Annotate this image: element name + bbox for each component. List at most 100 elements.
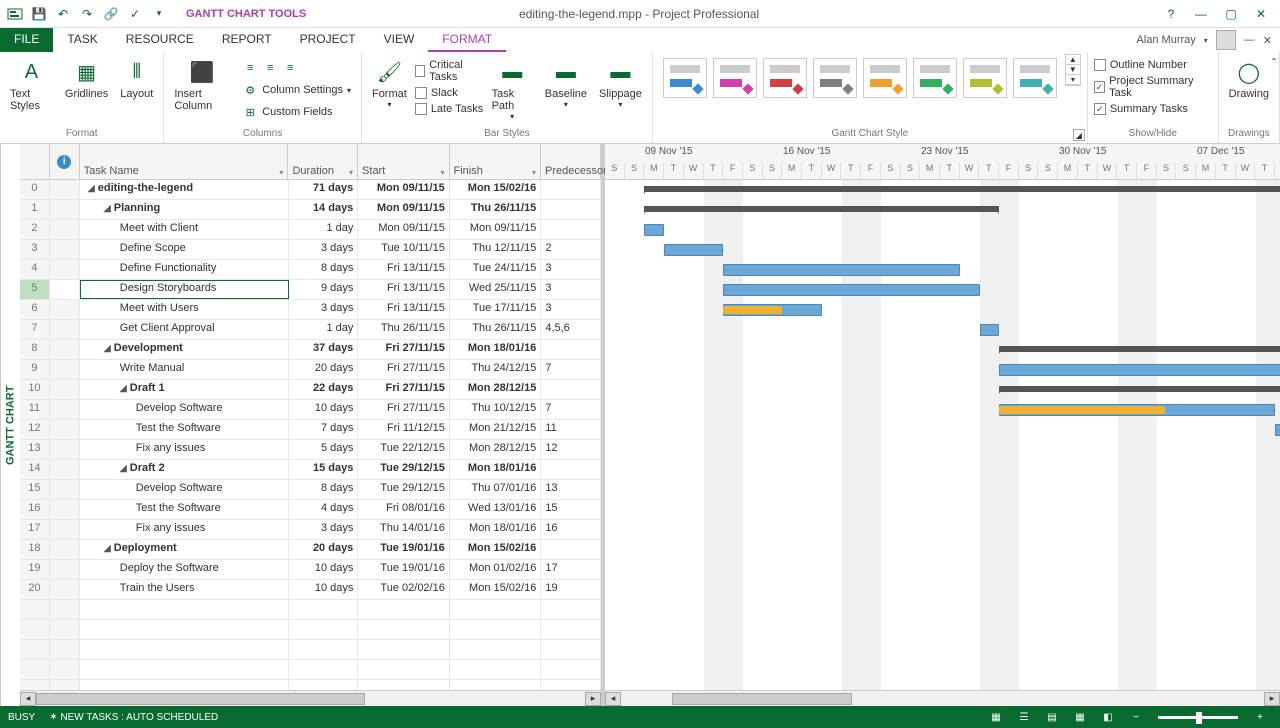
gantt-task-bar[interactable] <box>999 364 1280 376</box>
slippage-button[interactable]: ▬Slippage▾ <box>595 54 646 111</box>
table-row[interactable] <box>20 640 601 660</box>
timeline-header[interactable]: SSMTWTFSSMTWTFSSMTWTFSSMTWTFSSMTWT 09 No… <box>605 144 1280 180</box>
table-row[interactable] <box>20 600 601 620</box>
project-icon[interactable] <box>4 3 26 25</box>
critical-tasks-check[interactable]: Critical Tasks <box>415 58 484 84</box>
gantt-task-bar[interactable] <box>664 244 723 256</box>
view-team-icon[interactable]: ▤ <box>1040 708 1064 726</box>
tab-format[interactable]: FORMAT <box>428 28 506 52</box>
table-row[interactable]: 6Meet with Users3 daysFri 13/11/15Tue 17… <box>20 300 601 320</box>
info-column-header[interactable]: i <box>50 144 80 179</box>
table-row[interactable] <box>20 660 601 680</box>
style-swatch[interactable] <box>913 58 957 98</box>
style-swatch[interactable] <box>963 58 1007 98</box>
table-row[interactable]: 7Get Client Approval1 dayThu 26/11/15Thu… <box>20 320 601 340</box>
gantt-task-bar[interactable] <box>723 284 979 296</box>
gridlines-button[interactable]: ▦Gridlines <box>61 54 112 102</box>
table-row[interactable]: 17Fix any issues3 daysThu 14/01/16Mon 18… <box>20 520 601 540</box>
column-settings-button[interactable]: ⚙Column Settings▾ <box>238 80 355 100</box>
table-row[interactable]: 18◢Deployment20 daysTue 19/01/16Mon 15/0… <box>20 540 601 560</box>
scroll-right-icon[interactable]: ▸ <box>1264 692 1280 706</box>
late-tasks-check[interactable]: Late Tasks <box>415 102 484 116</box>
scroll-right-icon[interactable]: ▸ <box>585 692 601 706</box>
gantt-hscroll[interactable] <box>621 692 1264 706</box>
gantt-summary-bar[interactable] <box>644 206 999 212</box>
table-row[interactable]: 13Fix any issues5 daysTue 22/12/15Mon 28… <box>20 440 601 460</box>
style-swatch[interactable] <box>713 58 757 98</box>
start-header[interactable]: Start▾ <box>358 144 449 179</box>
style-swatch[interactable] <box>813 58 857 98</box>
slack-check[interactable]: Slack <box>415 86 484 100</box>
drawing-button[interactable]: ◯Drawing <box>1225 54 1273 102</box>
text-styles-button[interactable]: AText Styles <box>6 54 57 114</box>
doc-close-icon[interactable]: ✕ <box>1263 34 1272 47</box>
table-row[interactable]: 3Define Scope3 daysTue 10/11/15Thu 12/11… <box>20 240 601 260</box>
table-row[interactable]: 2Meet with Client1 dayMon 09/11/15Mon 09… <box>20 220 601 240</box>
custom-fields-button[interactable]: ⊞Custom Fields <box>238 102 355 122</box>
tab-resource[interactable]: RESOURCE <box>112 28 208 52</box>
dialog-launcher-icon[interactable]: ◢ <box>1073 129 1085 141</box>
tab-report[interactable]: REPORT <box>208 28 286 52</box>
table-row[interactable]: 12Test the Software7 daysFri 11/12/15Mon… <box>20 420 601 440</box>
minimize-icon[interactable]: — <box>1190 3 1212 25</box>
gantt-summary-bar[interactable] <box>999 386 1280 392</box>
view-task-icon[interactable]: ☰ <box>1012 708 1036 726</box>
tab-project[interactable]: PROJECT <box>286 28 370 52</box>
align-left-button[interactable]: ≡≡≡ <box>238 58 355 78</box>
table-hscroll[interactable] <box>36 692 585 706</box>
table-row[interactable]: 11Develop Software10 daysFri 27/11/15Thu… <box>20 400 601 420</box>
gantt-task-bar[interactable] <box>980 324 1000 336</box>
gantt-summary-bar[interactable] <box>644 186 1280 192</box>
save-icon[interactable]: 💾 <box>28 3 50 25</box>
close-icon[interactable]: ✕ <box>1250 3 1272 25</box>
table-row[interactable]: 8◢Development37 daysFri 27/11/15Mon 18/0… <box>20 340 601 360</box>
view-report-icon[interactable]: ◧ <box>1096 708 1120 726</box>
style-swatch[interactable] <box>1013 58 1057 98</box>
gantt-task-bar[interactable] <box>1275 424 1280 436</box>
predecessors-header[interactable]: Predecessor▾ <box>541 144 601 179</box>
scroll-left-icon[interactable]: ◂ <box>605 692 621 706</box>
table-row[interactable]: 1◢Planning14 daysMon 09/11/15Thu 26/11/1… <box>20 200 601 220</box>
table-row[interactable]: 10◢Draft 122 daysFri 27/11/15Mon 28/12/1… <box>20 380 601 400</box>
tab-file[interactable]: FILE <box>0 28 53 52</box>
table-row[interactable]: 14◢Draft 215 daysTue 29/12/15Mon 18/01/1… <box>20 460 601 480</box>
scroll-left-icon[interactable]: ◂ <box>20 692 36 706</box>
task-path-button[interactable]: ▬Task Path▾ <box>488 54 537 123</box>
baseline-button[interactable]: ▬Baseline▾ <box>541 54 591 111</box>
help-icon[interactable]: ? <box>1160 3 1182 25</box>
qat-more-icon[interactable]: ▾ <box>148 3 170 25</box>
table-row[interactable]: 19Deploy the Software10 daysTue 19/01/16… <box>20 560 601 580</box>
restore-icon[interactable]: ▢ <box>1220 3 1242 25</box>
redo-icon[interactable]: ↷ <box>76 3 98 25</box>
user-avatar-icon[interactable] <box>1216 30 1236 50</box>
table-row[interactable]: 0◢editing-the-legend71 daysMon 09/11/15M… <box>20 180 601 200</box>
undo-icon[interactable]: ↶ <box>52 3 74 25</box>
table-row[interactable]: 20Train the Users10 daysTue 02/02/16Mon … <box>20 580 601 600</box>
collapse-ribbon-icon[interactable]: ˆ <box>1272 56 1276 70</box>
unlink-icon[interactable]: ✓ <box>124 3 146 25</box>
view-resource-icon[interactable]: ▦ <box>1068 708 1092 726</box>
zoom-in-icon[interactable]: + <box>1248 708 1272 726</box>
gantt-summary-bar[interactable] <box>999 346 1280 352</box>
table-row[interactable]: 9Write Manual20 daysFri 27/11/15Thu 24/1… <box>20 360 601 380</box>
table-row[interactable] <box>20 680 601 690</box>
table-row[interactable]: 15Develop Software8 daysTue 29/12/15Thu … <box>20 480 601 500</box>
zoom-slider[interactable] <box>1158 716 1238 719</box>
finish-header[interactable]: Finish▾ <box>450 144 541 179</box>
gallery-scroll[interactable]: ▲▼▾ <box>1065 54 1081 86</box>
link-icon[interactable]: 🔗 <box>100 3 122 25</box>
task-name-header[interactable]: Task Name▾ <box>80 144 289 179</box>
style-swatch[interactable] <box>663 58 707 98</box>
tab-view[interactable]: VIEW <box>370 28 429 52</box>
table-row[interactable]: 4Define Functionality8 daysFri 13/11/15T… <box>20 260 601 280</box>
layout-button[interactable]: ⫴Layout <box>116 54 157 102</box>
table-row[interactable] <box>20 620 601 640</box>
table-row[interactable]: 16Test the Software4 daysFri 08/01/16Wed… <box>20 500 601 520</box>
summary-tasks-check[interactable]: ✓Summary Tasks <box>1094 102 1212 116</box>
zoom-out-icon[interactable]: − <box>1124 708 1148 726</box>
duration-header[interactable]: Duration▾ <box>288 144 358 179</box>
gantt-body[interactable] <box>605 180 1280 690</box>
gantt-task-bar[interactable] <box>723 264 960 276</box>
project-summary-check[interactable]: ✓Project Summary Task <box>1094 74 1212 100</box>
style-swatch[interactable] <box>863 58 907 98</box>
